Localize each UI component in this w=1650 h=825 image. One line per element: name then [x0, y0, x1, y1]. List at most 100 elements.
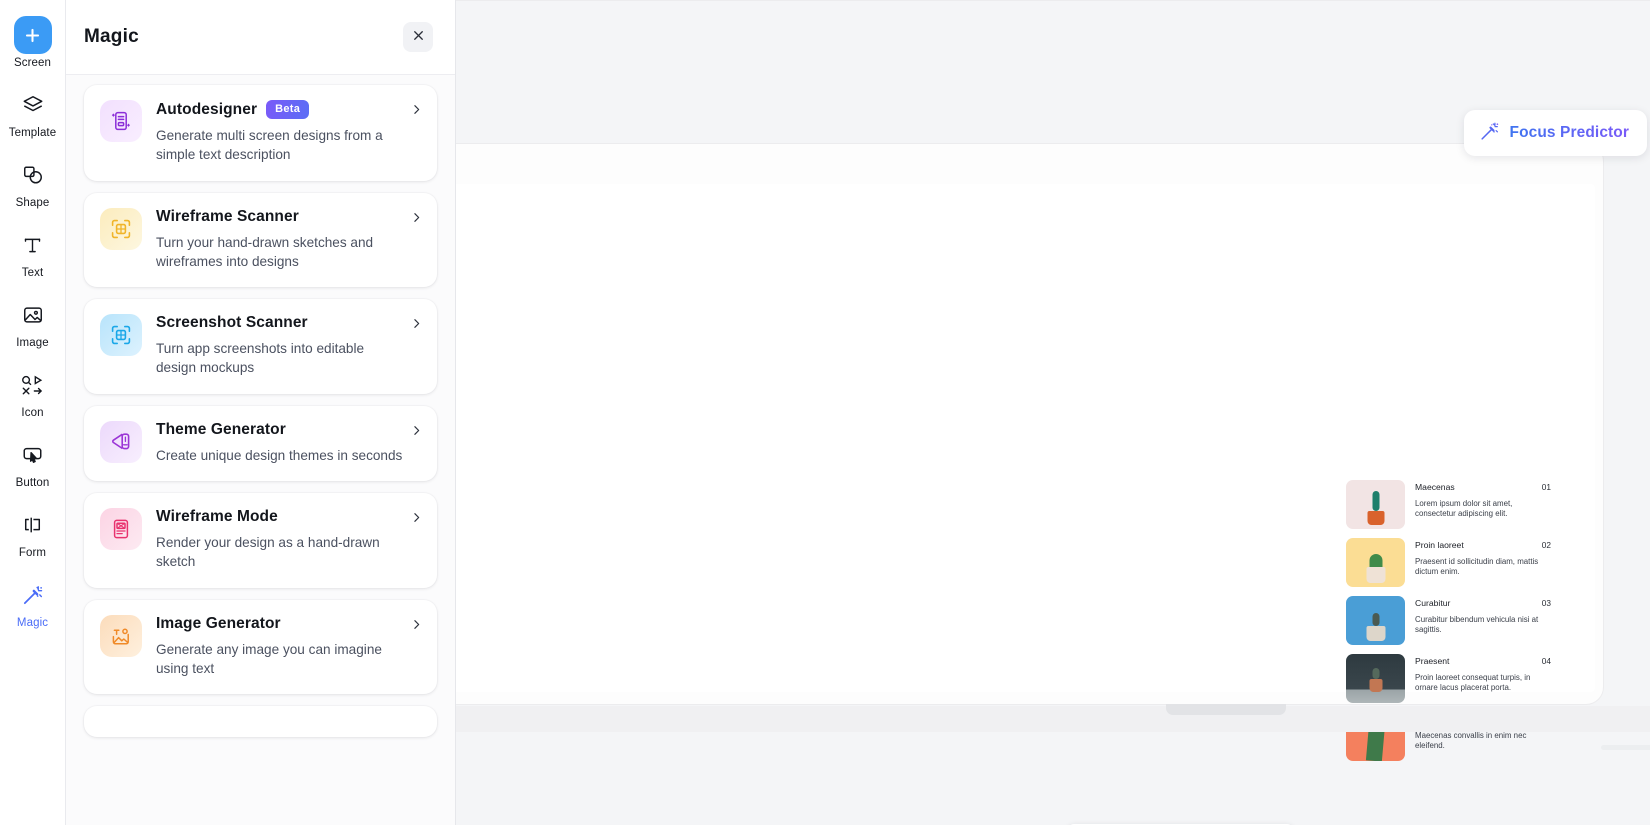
laptop-foot: [1601, 745, 1650, 750]
magic-item-partial[interactable]: [84, 706, 437, 738]
magic-item-titlerow: Screenshot Scanner: [156, 314, 405, 332]
magic-item-titlerow: Autodesigner Beta: [156, 100, 405, 119]
list-item-title: Curabitur: [1415, 598, 1451, 608]
list-item[interactable]: Proin laoreet 02 Praesent id sollicitudi…: [1346, 538, 1551, 587]
magic-item-description: Create unique design themes in seconds: [156, 447, 403, 463]
magic-item-description: Turn your hand-drawn sketches and wirefr…: [156, 234, 374, 269]
tool-text[interactable]: Text: [3, 226, 63, 279]
chevron-right-icon: [410, 511, 423, 529]
list-item-body: Maecenas 01 Lorem ipsum dolor sit amet, …: [1415, 480, 1551, 529]
list-item-description: Praesent id sollicitudin diam, mattis di…: [1415, 557, 1539, 577]
tool-screen[interactable]: Screen: [3, 16, 63, 69]
tool-magic[interactable]: Magic: [3, 576, 63, 629]
list-item-description: Maecenas convallis in enim nec eleifend.: [1415, 731, 1527, 751]
plant-art: [1366, 554, 1385, 583]
tool-image[interactable]: Image: [3, 296, 63, 349]
magic-item-theme-generator[interactable]: Theme Generator Create unique design the…: [84, 405, 437, 482]
icon-grid-icon: [14, 366, 52, 404]
magic-item-titlerow: Image Generator: [156, 615, 405, 633]
magic-item-autodesigner[interactable]: Autodesigner Beta Generate multi screen …: [84, 85, 437, 181]
magic-item-title: Wireframe Mode: [156, 508, 278, 526]
magic-item-content: Theme Generator Create unique design the…: [156, 421, 421, 465]
plant-art: [1369, 668, 1382, 692]
status-badge: Beta: [266, 100, 310, 119]
magic-item-wireframe-scanner[interactable]: Wireframe Scanner Turn your hand-drawn s…: [84, 192, 437, 288]
tool-label: Text: [21, 267, 44, 279]
list-item-title: Proin laoreet: [1415, 540, 1464, 550]
magic-item-content: Wireframe Mode Render your design as a h…: [156, 508, 421, 572]
tool-template[interactable]: Template: [3, 86, 63, 139]
list-item[interactable]: Praesent 04 Proin laoreet consequat turp…: [1346, 654, 1551, 703]
magic-wand-icon: [14, 576, 52, 614]
magic-feature-list: Autodesigner Beta Generate multi screen …: [66, 75, 455, 825]
plus-icon: [13, 16, 52, 54]
tool-form[interactable]: Form: [3, 506, 63, 559]
left-toolbar: Screen Template Shape Text Image Icon Bu…: [0, 0, 66, 825]
chevron-right-icon: [410, 211, 423, 229]
magic-item-title: Theme Generator: [156, 420, 286, 438]
screenshot-scanner-icon: [100, 314, 142, 357]
magic-item-description: Turn app screenshots into editable desig…: [156, 341, 365, 376]
magic-item-titlerow: Wireframe Scanner: [156, 208, 405, 226]
magic-item-description: Generate any image you can imagine using…: [156, 641, 382, 676]
chevron-right-icon: [410, 317, 423, 335]
list-item-header: Curabitur 03: [1415, 598, 1551, 608]
magic-item-content: Wireframe Scanner Turn your hand-drawn s…: [156, 208, 421, 272]
theme-generator-icon: [100, 420, 142, 463]
list-item-header: Proin laoreet 02: [1415, 540, 1551, 550]
shape-icon: [14, 156, 52, 194]
magic-item-screenshot-scanner[interactable]: Screenshot Scanner Turn app screenshots …: [84, 299, 437, 394]
template-layers-icon: [14, 86, 52, 124]
design-canvas[interactable]: Focus Predictor Maecenas 01 Lorem ipsum …: [456, 0, 1650, 825]
list-item[interactable]: Maecenas 01 Lorem ipsum dolor sit amet, …: [1346, 480, 1551, 529]
chevron-right-icon: [410, 618, 423, 636]
page-title: Magic: [84, 26, 139, 47]
tool-label: Button: [15, 477, 50, 489]
laptop-notch: [1166, 704, 1286, 715]
tool-icon[interactable]: Icon: [3, 366, 63, 419]
laptop-base: [456, 706, 1650, 732]
list-item-title: Praesent: [1415, 656, 1450, 666]
plant-art: [1366, 613, 1385, 641]
chevron-right-icon: [410, 424, 423, 442]
plant-thumbnail: [1346, 596, 1405, 645]
laptop-screen[interactable]: Maecenas 01 Lorem ipsum dolor sit amet, …: [456, 184, 1595, 825]
image-icon: [14, 296, 52, 334]
plant-thumbnail: [1346, 480, 1405, 529]
app-root: Screen Template Shape Text Image Icon Bu…: [0, 0, 1650, 825]
wireframe-scanner-icon: [100, 207, 142, 250]
tool-shape[interactable]: Shape: [3, 156, 63, 209]
plant-thumbnail: [1346, 538, 1405, 587]
magic-item-titlerow: Wireframe Mode: [156, 508, 405, 526]
magic-item-description: Generate multi screen designs from a sim…: [156, 128, 383, 163]
tool-button[interactable]: Button: [3, 436, 63, 489]
tool-label: Form: [18, 547, 47, 559]
list-item-header: Maecenas 01: [1415, 482, 1551, 492]
focus-predictor-label: Focus Predictor: [1509, 124, 1629, 141]
magic-item-title: Wireframe Scanner: [156, 207, 299, 225]
tool-label: Icon: [21, 407, 44, 419]
magic-panel: Magic Autodesigner Beta Generate multi s…: [66, 0, 456, 825]
list-item-number: 04: [1541, 656, 1551, 666]
magic-item-image-generator[interactable]: Image Generator Generate any image you c…: [84, 599, 437, 695]
list-item[interactable]: Curabitur 03 Curabitur bibendum vehicula…: [1346, 596, 1551, 645]
wireframe-mode-icon: [100, 508, 142, 551]
button-cursor-icon: [14, 436, 52, 474]
magic-item-title: Screenshot Scanner: [156, 314, 308, 332]
magic-item-wireframe-mode[interactable]: Wireframe Mode Render your design as a h…: [84, 493, 437, 588]
magic-item-content: Autodesigner Beta Generate multi screen …: [156, 100, 421, 165]
close-button[interactable]: [403, 22, 433, 52]
tool-label: Shape: [15, 197, 50, 209]
list-item-header: Praesent 04: [1415, 656, 1551, 666]
tool-label: Image: [16, 337, 49, 349]
list-item-body: Proin laoreet 02 Praesent id sollicitudi…: [1415, 538, 1551, 587]
list-item-title: Maecenas: [1415, 482, 1455, 492]
magic-item-description: Render your design as a hand-drawn sketc…: [156, 535, 380, 570]
laptop-mockup[interactable]: Maecenas 01 Lorem ipsum dolor sit amet, …: [456, 143, 1604, 825]
focus-predictor-button[interactable]: Focus Predictor: [1463, 110, 1647, 156]
plant-art: [1367, 491, 1384, 525]
tool-label: Screen: [13, 57, 52, 69]
plant-thumbnail: [1346, 654, 1405, 703]
magic-item-titlerow: Theme Generator: [156, 421, 405, 439]
magic-item-title: Image Generator: [156, 614, 281, 632]
